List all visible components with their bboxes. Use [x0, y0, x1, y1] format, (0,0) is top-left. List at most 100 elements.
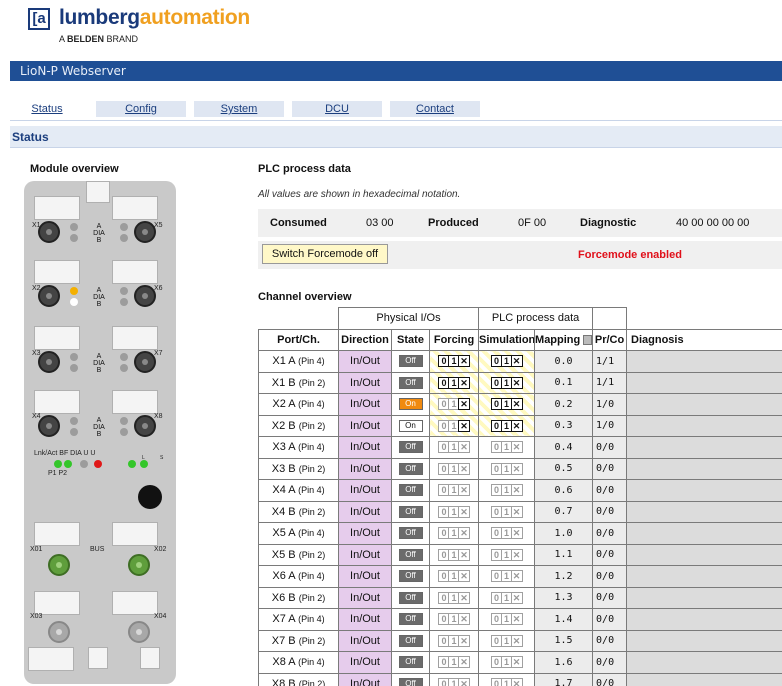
force-x-button[interactable]: ✕	[458, 548, 471, 561]
cell-simulation: 0 1 ✕	[478, 436, 536, 459]
table-row: X1 A (Pin 4) In/Out Off 0 1 ✕ 0 1 ✕ 0.0 1/1	[258, 350, 782, 373]
bus-port-connector[interactable]	[48, 554, 70, 576]
header-spacer	[626, 307, 782, 330]
tab-contact[interactable]: Contact	[390, 101, 480, 117]
force-x-button[interactable]: ✕	[458, 441, 471, 454]
force-x-button[interactable]: ✕	[510, 376, 523, 389]
cell-simulation: 0 1 ✕	[478, 629, 536, 652]
cell-direction: In/Out	[338, 414, 392, 437]
diagnostic-label: Diagnostic	[580, 217, 637, 229]
tab-config[interactable]: Config	[96, 101, 186, 117]
cell-prco: 0/0	[592, 479, 628, 502]
switch-forcemode-button[interactable]: Switch Forcemode off	[262, 244, 388, 264]
cell-diagnosis	[626, 543, 782, 566]
cell-prco: 0/0	[592, 651, 628, 674]
cell-diagnosis	[626, 414, 782, 437]
force-x-button[interactable]: ✕	[510, 570, 523, 583]
calculator-icon[interactable]	[583, 334, 592, 345]
dia-label: A DIA B	[93, 287, 105, 308]
force-x-button[interactable]: ✕	[510, 355, 523, 368]
force-x-button[interactable]: ✕	[458, 462, 471, 475]
cell-direction: In/Out	[338, 672, 392, 686]
port-connector[interactable]	[134, 285, 156, 307]
table-row: X8 A (Pin 4) In/Out Off 0 1 ✕ 0 1 ✕ 1.6 0/0	[258, 651, 782, 674]
table-row: X5 B (Pin 2) In/Out Off 0 1 ✕ 0 1 ✕ 1.1 0/0	[258, 543, 782, 566]
power-port-connector[interactable]	[48, 621, 70, 643]
cell-port: X4 A (Pin 4)	[258, 479, 339, 502]
power-port-connector[interactable]	[128, 621, 150, 643]
state-indicator: Off	[398, 355, 423, 368]
tab-dcu[interactable]: DCU	[292, 101, 382, 117]
force-x-button[interactable]: ✕	[458, 656, 471, 669]
plc-title: PLC process data	[258, 163, 351, 175]
force-x-button[interactable]: ✕	[458, 591, 471, 604]
force-x-button[interactable]: ✕	[510, 419, 523, 432]
state-indicator: Off	[398, 484, 423, 497]
cell-diagnosis	[626, 608, 782, 631]
cell-mapping: 1.1	[534, 543, 594, 566]
force-x-button[interactable]: ✕	[510, 441, 523, 454]
force-x-button[interactable]: ✕	[458, 613, 471, 626]
cell-diagnosis	[626, 371, 782, 394]
port-connector[interactable]	[134, 415, 156, 437]
force-x-button[interactable]: ✕	[458, 634, 471, 647]
port-connector[interactable]	[38, 351, 60, 373]
cell-port: X5 B (Pin 2)	[258, 543, 339, 566]
tab-system[interactable]: System	[194, 101, 284, 117]
forcemode-status: Forcemode enabled	[578, 249, 682, 261]
cell-simulation: 0 1 ✕	[478, 586, 536, 609]
cell-simulation: 0 1 ✕	[478, 565, 536, 588]
port-connector[interactable]	[38, 285, 60, 307]
force-x-button[interactable]: ✕	[510, 591, 523, 604]
header-spacer	[592, 307, 628, 330]
force-x-button[interactable]: ✕	[510, 527, 523, 540]
logo-text: lumbergautomation	[59, 6, 250, 29]
force-x-button[interactable]: ✕	[510, 613, 523, 626]
bus-port-label: X02	[154, 546, 167, 553]
cell-diagnosis	[626, 629, 782, 652]
force-x-button[interactable]: ✕	[458, 570, 471, 583]
cell-direction: In/Out	[338, 479, 392, 502]
force-x-button[interactable]: ✕	[458, 355, 471, 368]
force-x-button[interactable]: ✕	[458, 505, 471, 518]
force-x-button[interactable]: ✕	[458, 398, 471, 411]
force-x-button[interactable]: ✕	[510, 677, 523, 686]
cell-direction: In/Out	[338, 350, 392, 373]
cell-state: Off	[391, 565, 430, 588]
header-spacer	[258, 307, 339, 330]
cell-simulation: 0 1 ✕	[478, 414, 536, 437]
bus-port-connector[interactable]	[128, 554, 150, 576]
col-diagnosis: Diagnosis	[626, 328, 782, 351]
force-x-button[interactable]: ✕	[510, 462, 523, 475]
cell-mapping: 0.4	[534, 436, 594, 459]
status-led	[120, 364, 128, 372]
force-x-button[interactable]: ✕	[458, 419, 471, 432]
cell-mapping: 0.6	[534, 479, 594, 502]
port-connector[interactable]	[38, 415, 60, 437]
col-forcing: Forcing	[428, 328, 480, 351]
force-x-button[interactable]: ✕	[510, 656, 523, 669]
state-indicator: Off	[398, 527, 423, 540]
tab-status[interactable]: Status	[10, 101, 84, 117]
cell-mapping: 1.3	[534, 586, 594, 609]
port-connector[interactable]	[134, 221, 156, 243]
force-x-button[interactable]: ✕	[458, 677, 471, 686]
state-indicator: On	[398, 419, 423, 432]
force-x-button[interactable]: ✕	[458, 527, 471, 540]
force-x-button[interactable]: ✕	[510, 548, 523, 561]
cell-state: Off	[391, 672, 430, 686]
force-x-button[interactable]: ✕	[458, 484, 471, 497]
port-connector[interactable]	[134, 351, 156, 373]
force-x-button[interactable]: ✕	[458, 376, 471, 389]
force-x-button[interactable]: ✕	[510, 484, 523, 497]
force-x-button[interactable]: ✕	[510, 634, 523, 647]
force-x-button[interactable]: ✕	[510, 398, 523, 411]
port-label: X7	[154, 350, 163, 357]
force-x-button[interactable]: ✕	[510, 505, 523, 518]
table-row: X6 B (Pin 2) In/Out Off 0 1 ✕ 0 1 ✕ 1.3 0/0	[258, 586, 782, 609]
led-dia	[94, 460, 102, 468]
col-state: State	[391, 328, 430, 351]
port-connector[interactable]	[38, 221, 60, 243]
cell-forcing: 0 1 ✕	[428, 565, 480, 588]
top-tab	[86, 181, 110, 203]
